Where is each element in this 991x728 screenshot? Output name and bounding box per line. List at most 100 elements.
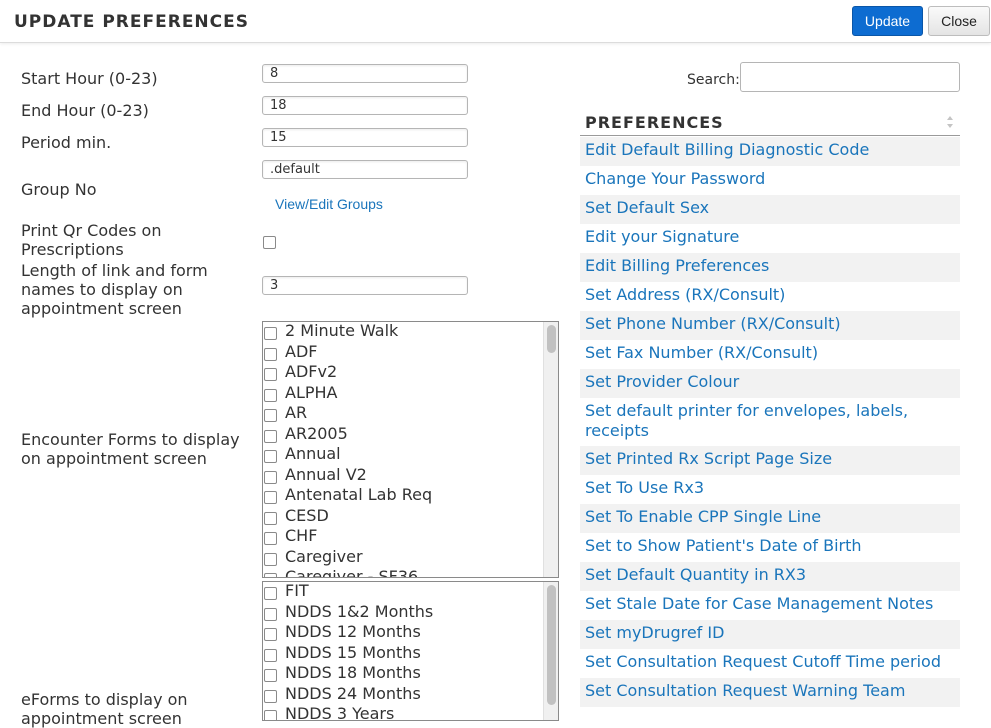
- encounter-form-checkbox[interactable]: [264, 573, 277, 577]
- start-hour-input[interactable]: 8: [262, 64, 468, 83]
- preference-link[interactable]: Set To Enable CPP Single Line: [580, 504, 960, 533]
- preference-link-label[interactable]: Edit Billing Preferences: [585, 256, 955, 276]
- encounter-forms-scrollbar[interactable]: [543, 322, 558, 577]
- preference-link[interactable]: Set Fax Number (RX/Consult): [580, 340, 960, 369]
- eform-checkbox[interactable]: [264, 628, 277, 641]
- preference-link-label[interactable]: Set default printer for envelopes, label…: [585, 401, 955, 441]
- preference-link-label[interactable]: Set Printed Rx Script Page Size: [585, 449, 955, 469]
- preference-link-label[interactable]: Set Provider Colour: [585, 372, 955, 392]
- eforms-list[interactable]: FIT NDDS 1&2 Months NDDS 12 Months NDDS 15 …: [262, 581, 559, 721]
- encounter-form-item[interactable]: CESD: [263, 506, 543, 526]
- eform-checkbox[interactable]: [264, 648, 277, 662]
- end-hour-input[interactable]: 18: [262, 96, 468, 115]
- encounter-form-checkbox[interactable]: [264, 470, 277, 484]
- eform-item[interactable]: NDDS 1&2 Months: [263, 602, 543, 622]
- period-input[interactable]: 15: [262, 128, 468, 147]
- search-input[interactable]: [740, 62, 960, 92]
- update-button[interactable]: Update: [852, 6, 923, 36]
- encounter-form-checkbox[interactable]: [264, 327, 277, 340]
- encounter-form-checkbox[interactable]: [264, 491, 277, 504]
- preference-link-label[interactable]: Set to Show Patient's Date of Birth: [585, 536, 955, 556]
- preference-link[interactable]: Set Stale Date for Case Management Notes: [580, 591, 960, 620]
- preference-link-label[interactable]: Set Address (RX/Consult): [585, 285, 955, 305]
- preference-link[interactable]: Set Default Sex: [580, 195, 960, 224]
- eform-label: NDDS 15 Months: [285, 642, 421, 662]
- preference-link-label[interactable]: Set Stale Date for Case Management Notes: [585, 594, 955, 614]
- encounter-form-checkbox[interactable]: [264, 511, 277, 525]
- encounter-form-item[interactable]: ADFv2: [263, 362, 543, 382]
- encounter-form-label: ADF: [285, 341, 318, 361]
- encounter-form-item[interactable]: AR: [263, 403, 543, 423]
- eform-checkbox[interactable]: [264, 607, 277, 621]
- preference-link[interactable]: Set to Show Patient's Date of Birth: [580, 533, 960, 562]
- preference-link[interactable]: Edit Billing Preferences: [580, 253, 960, 282]
- encounter-form-item[interactable]: 2 Minute Walk: [263, 322, 543, 341]
- eform-label: NDDS 18 Months: [285, 663, 421, 682]
- eform-item[interactable]: NDDS 15 Months: [263, 643, 543, 663]
- scroll-thumb[interactable]: [547, 325, 556, 353]
- scroll-thumb[interactable]: [547, 585, 556, 705]
- preference-link-label[interactable]: Edit your Signature: [585, 227, 955, 247]
- eform-item[interactable]: NDDS 18 Months: [263, 663, 543, 683]
- eforms-scrollbar[interactable]: [543, 582, 558, 720]
- preferences-header[interactable]: PREFERENCES: [580, 110, 960, 136]
- sort-icon[interactable]: [946, 115, 954, 129]
- eform-checkbox[interactable]: [264, 669, 277, 682]
- preference-link-label[interactable]: Set Default Sex: [585, 198, 955, 218]
- encounter-form-checkbox[interactable]: [264, 368, 277, 381]
- encounter-forms-list[interactable]: 2 Minute Walk ADF ADFv2 ALPHA AR AR2005 Annual…: [262, 321, 559, 578]
- encounter-form-checkbox[interactable]: [264, 429, 277, 443]
- preference-link[interactable]: Set Provider Colour: [580, 369, 960, 398]
- encounter-form-checkbox[interactable]: [264, 409, 277, 422]
- encounter-form-item[interactable]: CHF: [263, 526, 543, 546]
- preference-link[interactable]: Set Default Quantity in RX3: [580, 562, 960, 591]
- preference-link-label[interactable]: Set Default Quantity in RX3: [585, 565, 955, 585]
- view-edit-groups-link[interactable]: View/Edit Groups: [275, 196, 383, 212]
- link-length-input[interactable]: 3: [262, 276, 468, 295]
- print-qr-checkbox[interactable]: [263, 236, 276, 249]
- eform-checkbox[interactable]: [264, 587, 277, 600]
- preference-link-label[interactable]: Set Consultation Request Cutoff Time per…: [585, 652, 955, 672]
- preference-link-label[interactable]: Set Consultation Request Warning Team: [585, 681, 955, 701]
- encounter-form-label: CHF: [285, 526, 318, 545]
- preference-link-label[interactable]: Set To Use Rx3: [585, 478, 955, 498]
- encounter-form-checkbox[interactable]: [264, 450, 277, 463]
- preference-link[interactable]: Set Address (RX/Consult): [580, 282, 960, 311]
- preference-link[interactable]: Set Printed Rx Script Page Size: [580, 446, 960, 475]
- preference-link[interactable]: Edit Default Billing Diagnostic Code: [580, 137, 960, 166]
- preference-link[interactable]: Set To Use Rx3: [580, 475, 960, 504]
- preference-link-label[interactable]: Set To Enable CPP Single Line: [585, 507, 955, 527]
- encounter-form-item[interactable]: Antenatal Lab Req: [263, 485, 543, 505]
- preference-link[interactable]: Set myDrugref ID: [580, 620, 960, 649]
- encounter-form-item[interactable]: ALPHA: [263, 383, 543, 403]
- eform-item[interactable]: NDDS 3 Years: [263, 704, 543, 720]
- preference-link[interactable]: Change Your Password: [580, 166, 960, 195]
- preference-link-label[interactable]: Edit Default Billing Diagnostic Code: [585, 140, 955, 160]
- eform-checkbox[interactable]: [264, 710, 277, 720]
- close-button[interactable]: Close: [928, 6, 990, 36]
- group-no-input[interactable]: .default: [262, 160, 468, 179]
- preference-link[interactable]: Set default printer for envelopes, label…: [580, 398, 960, 446]
- encounter-form-item[interactable]: Caregiver - SF36: [263, 567, 543, 577]
- encounter-form-checkbox[interactable]: [264, 347, 277, 361]
- encounter-form-checkbox[interactable]: [264, 388, 277, 402]
- eform-checkbox[interactable]: [264, 689, 277, 703]
- preference-link-label[interactable]: Change Your Password: [585, 169, 955, 189]
- preference-link[interactable]: Set Phone Number (RX/Consult): [580, 311, 960, 340]
- encounter-form-checkbox[interactable]: [264, 532, 277, 545]
- eform-item[interactable]: FIT: [263, 582, 543, 601]
- encounter-form-item[interactable]: Annual V2: [263, 465, 543, 485]
- encounter-form-item[interactable]: Caregiver: [263, 547, 543, 567]
- preference-link-label[interactable]: Set Phone Number (RX/Consult): [585, 314, 955, 334]
- encounter-form-item[interactable]: Annual: [263, 444, 543, 464]
- encounter-form-item[interactable]: AR2005: [263, 424, 543, 444]
- eform-item[interactable]: NDDS 12 Months: [263, 622, 543, 642]
- encounter-form-checkbox[interactable]: [264, 552, 277, 566]
- encounter-form-item[interactable]: ADF: [263, 342, 543, 362]
- preference-link-label[interactable]: Set myDrugref ID: [585, 623, 955, 643]
- preference-link[interactable]: Set Consultation Request Warning Team: [580, 678, 960, 707]
- eform-item[interactable]: NDDS 24 Months: [263, 684, 543, 704]
- preference-link-label[interactable]: Set Fax Number (RX/Consult): [585, 343, 955, 363]
- preference-link[interactable]: Edit your Signature: [580, 224, 960, 253]
- preference-link[interactable]: Set Consultation Request Cutoff Time per…: [580, 649, 960, 678]
